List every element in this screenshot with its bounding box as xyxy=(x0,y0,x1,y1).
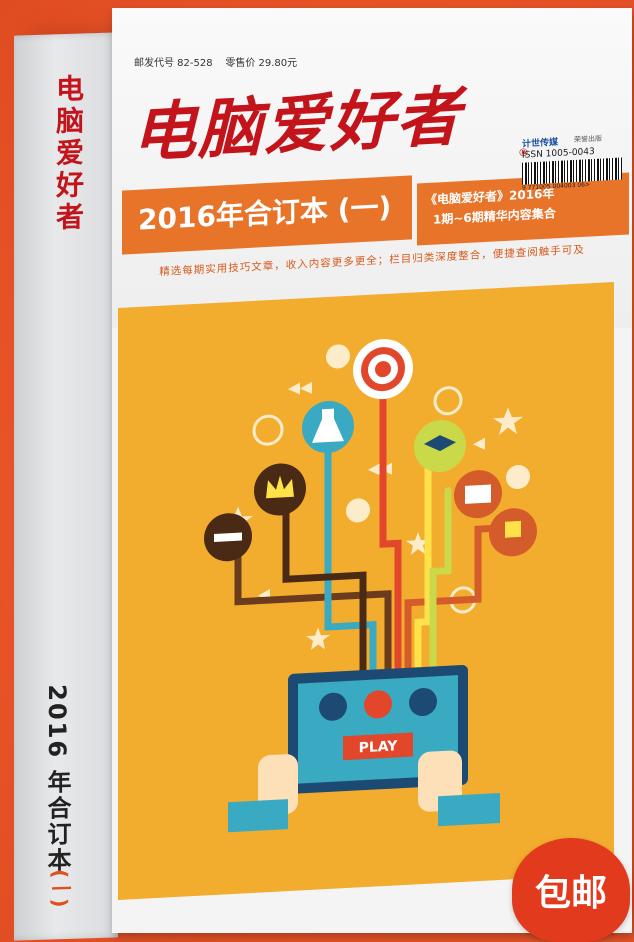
cover-illustration: PLAY xyxy=(118,282,614,900)
icon-nodes xyxy=(204,339,537,562)
arrow-icon xyxy=(473,437,485,450)
spine-logo: 电脑爱好者 xyxy=(52,73,85,235)
postal-info: 邮发代号 82-528 零售价 29.80元 xyxy=(134,54,297,69)
free-shipping-label: 包邮 xyxy=(534,873,607,914)
arrow-icon xyxy=(368,463,380,476)
spine-year-label: 2016 年合订本 xyxy=(43,683,71,874)
publisher-label: 荣誉出版 xyxy=(574,134,602,144)
gear-icon xyxy=(326,344,350,369)
book-spine: 电脑爱好者 2016 年合订本 (一) xyxy=(14,32,118,941)
spine-volume: (一) xyxy=(48,868,72,908)
gear-icon xyxy=(252,414,284,446)
postal-code: 邮发代号 82-528 xyxy=(134,58,213,69)
star-icon xyxy=(493,407,523,436)
gear-icon xyxy=(506,465,530,490)
gear-icon xyxy=(346,498,370,523)
cable-lime xyxy=(429,487,452,675)
issue-info-line2: 1期~6期精华内容集合 xyxy=(433,206,556,227)
illustration-svg: PLAY xyxy=(204,339,537,833)
book-cover: 邮发代号 82-528 零售价 29.80元 电脑爱好者 ® 2016年合订本 … xyxy=(112,8,632,933)
publisher-logo: 计世传媒 xyxy=(522,137,559,150)
magazine-title: 电脑爱好者 xyxy=(132,79,462,172)
issn-block: 计世传媒 荣誉出版 ISSN 1005-0043 9 771005 004003… xyxy=(522,131,626,194)
arrow-icon xyxy=(288,382,300,395)
cable-lines xyxy=(234,365,502,679)
barcode xyxy=(522,157,622,185)
cable-yellow xyxy=(414,458,432,676)
gear-icon xyxy=(433,386,463,416)
arrow-icon xyxy=(300,381,312,394)
free-shipping-badge: 包邮 xyxy=(512,838,630,942)
price: 零售价 29.80元 xyxy=(225,58,298,69)
play-button-label: PLAY xyxy=(359,738,399,756)
